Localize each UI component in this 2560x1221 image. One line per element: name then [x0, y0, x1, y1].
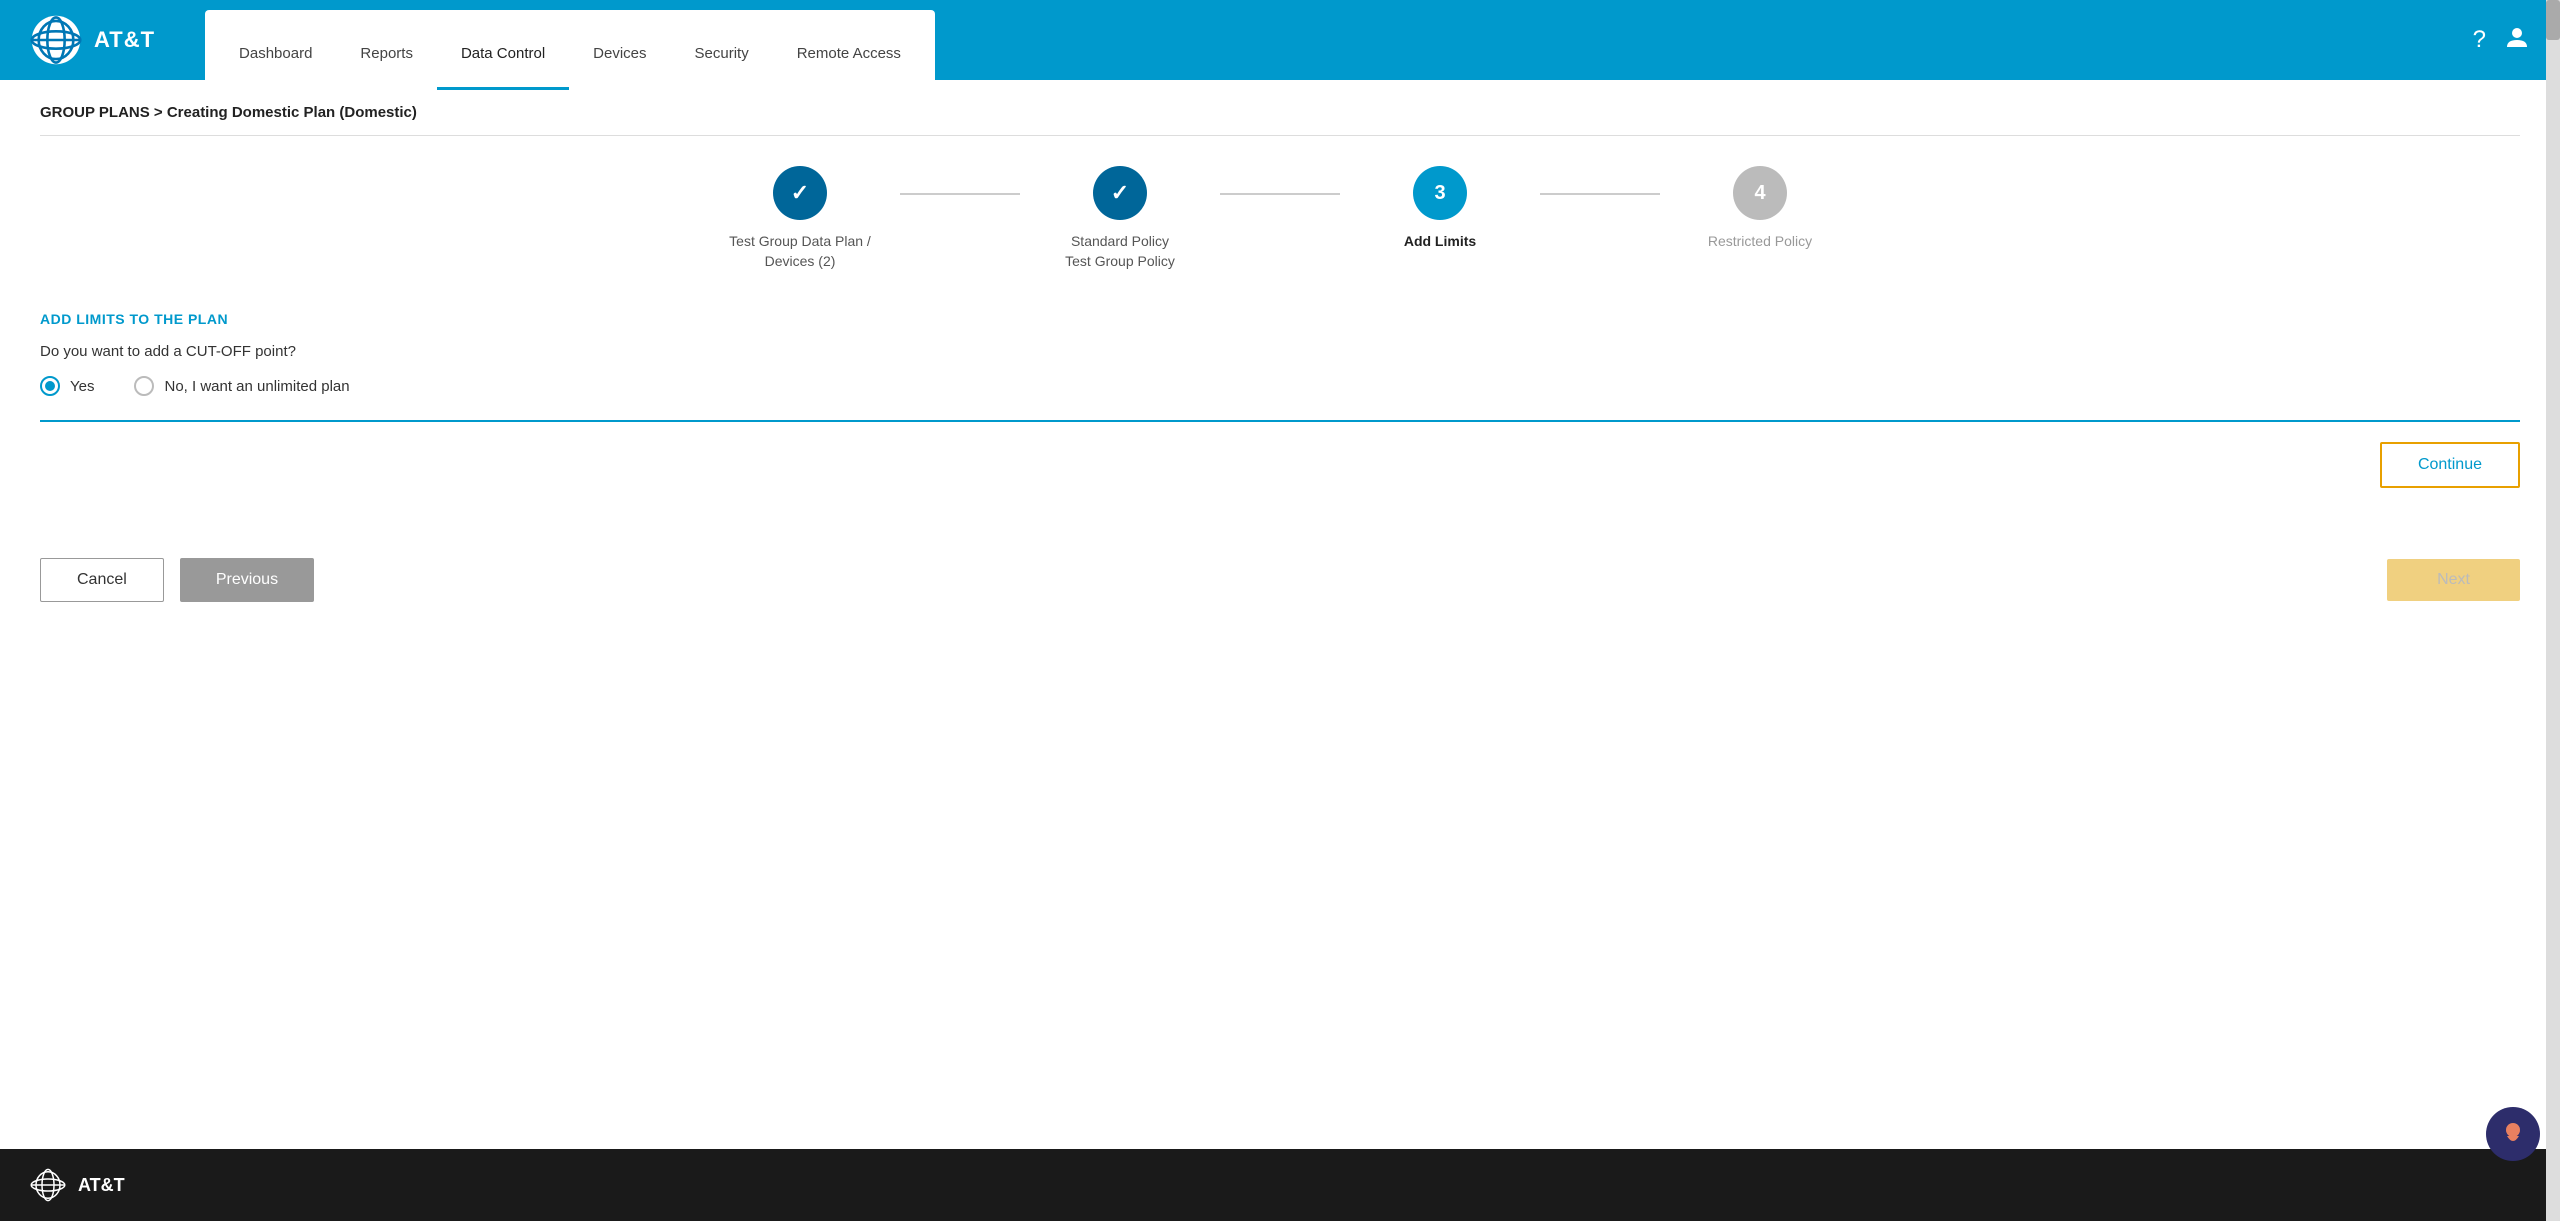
logo-area: AT&T [30, 14, 155, 66]
continue-row: Continue [40, 420, 2520, 488]
question-text: Do you want to add a CUT-OFF point? [40, 343, 2520, 360]
section-title: ADD LIMITS TO THE PLAN [40, 311, 2520, 327]
att-logo-icon [30, 14, 82, 66]
option-no-label: No, I want an unlimited plan [164, 378, 349, 395]
left-buttons: Cancel Previous [40, 558, 314, 602]
breadcrumb: GROUP PLANS > Creating Domestic Plan (Do… [40, 104, 2520, 136]
next-button[interactable]: Next [2387, 559, 2520, 601]
nav-reports[interactable]: Reports [336, 20, 437, 90]
step-2-circle: ✓ [1093, 166, 1147, 220]
option-no[interactable]: No, I want an unlimited plan [134, 376, 349, 396]
radio-yes-dot [45, 381, 55, 391]
connector-3-4 [1540, 193, 1660, 195]
header-icons: ? [2473, 24, 2530, 57]
header: AT&T Dashboard Reports Data Control Devi… [0, 0, 2560, 80]
main-content: GROUP PLANS > Creating Domestic Plan (Do… [0, 80, 2560, 1149]
step-1: ✓ Test Group Data Plan /Devices (2) [700, 166, 900, 271]
nav-devices[interactable]: Devices [569, 20, 670, 90]
step-1-check: ✓ [791, 180, 809, 206]
footer-logo-icon [30, 1167, 66, 1203]
option-yes-label: Yes [70, 378, 94, 395]
nav-dashboard[interactable]: Dashboard [215, 20, 336, 90]
step-4-number: 4 [1754, 182, 1765, 205]
nav-remote-access[interactable]: Remote Access [773, 20, 925, 90]
radio-group: Yes No, I want an unlimited plan [40, 376, 2520, 396]
option-yes[interactable]: Yes [40, 376, 94, 396]
stepper: ✓ Test Group Data Plan /Devices (2) ✓ St… [40, 166, 2520, 271]
step-4-circle: 4 [1733, 166, 1787, 220]
radio-no-circle [134, 376, 154, 396]
previous-button[interactable]: Previous [180, 558, 314, 602]
step-3-label: Add Limits [1404, 232, 1476, 252]
form-section: ADD LIMITS TO THE PLAN Do you want to ad… [40, 311, 2520, 488]
chat-bubble[interactable] [2486, 1107, 2540, 1161]
continue-button[interactable]: Continue [2380, 442, 2520, 488]
chat-icon [2497, 1118, 2529, 1150]
step-3-circle: 3 [1413, 166, 1467, 220]
step-2-label: Standard PolicyTest Group Policy [1065, 232, 1175, 271]
nav-security[interactable]: Security [671, 20, 773, 90]
nav-area: Dashboard Reports Data Control Devices S… [205, 10, 935, 90]
bottom-buttons: Cancel Previous Next [40, 548, 2520, 602]
scrollbar-thumb[interactable] [2546, 0, 2560, 40]
step-1-label: Test Group Data Plan /Devices (2) [729, 232, 871, 271]
step-2-check: ✓ [1111, 180, 1129, 206]
radio-yes-circle [40, 376, 60, 396]
user-icon[interactable] [2504, 24, 2530, 57]
separator [40, 420, 2520, 422]
nav-data-control[interactable]: Data Control [437, 20, 569, 90]
step-3-number: 3 [1434, 182, 1445, 205]
connector-2-3 [1220, 193, 1340, 195]
logo-text: AT&T [94, 27, 155, 53]
footer-text: AT&T [78, 1175, 125, 1196]
connector-1-2 [900, 193, 1020, 195]
step-4-label: Restricted Policy [1708, 232, 1812, 252]
step-1-circle: ✓ [773, 166, 827, 220]
step-2: ✓ Standard PolicyTest Group Policy [1020, 166, 1220, 271]
footer: AT&T [0, 1149, 2560, 1221]
step-4: 4 Restricted Policy [1660, 166, 1860, 252]
cancel-button[interactable]: Cancel [40, 558, 164, 602]
scrollbar[interactable] [2546, 0, 2560, 1221]
step-3: 3 Add Limits [1340, 166, 1540, 252]
help-icon[interactable]: ? [2473, 26, 2486, 54]
